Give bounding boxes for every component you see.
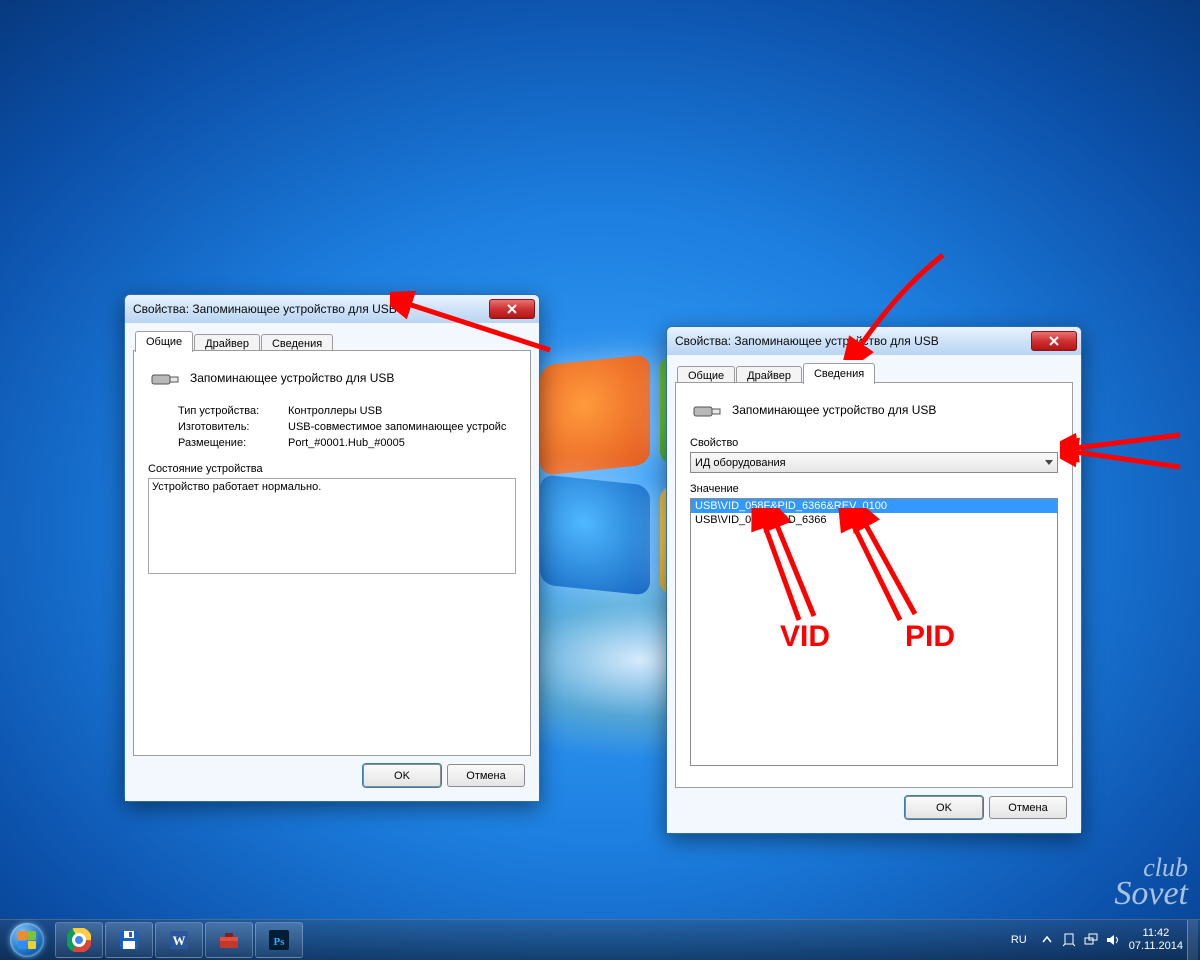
- device-name: Запоминающее устройство для USB: [190, 371, 394, 385]
- taskbar-clock[interactable]: 11:42 07.11.2014: [1129, 927, 1183, 952]
- cancel-button[interactable]: Отмена: [447, 764, 525, 787]
- language-indicator[interactable]: RU: [1005, 931, 1033, 949]
- clock-date: 07.11.2014: [1129, 940, 1183, 953]
- device-type-label: Тип устройства:: [178, 405, 288, 417]
- svg-text:W: W: [173, 933, 186, 948]
- cancel-button[interactable]: Отмена: [989, 796, 1067, 819]
- property-label: Свойство: [690, 437, 1058, 449]
- tray-volume-icon[interactable]: [1105, 932, 1121, 948]
- taskbar-button-save[interactable]: [105, 922, 153, 958]
- taskbar-button-photoshop[interactable]: Ps: [255, 922, 303, 958]
- dialog-body: Общие Драйвер Сведения Запоминающее устр…: [667, 355, 1081, 833]
- manufacturer-value: USB-совместимое запоминающее устройс: [288, 421, 516, 433]
- start-button[interactable]: [0, 920, 54, 960]
- tray-show-hidden-icon[interactable]: [1039, 932, 1055, 948]
- desktop: Свойства: Запоминающее устройство для US…: [0, 0, 1200, 960]
- manufacturer-label: Изготовитель:: [178, 421, 288, 433]
- system-tray: RU 11:42 07.11.2014: [1005, 920, 1200, 960]
- taskbar[interactable]: W Ps RU 11:42 07.11.2014: [0, 919, 1200, 960]
- device-type-value: Контроллеры USB: [288, 405, 516, 417]
- dialog-body: Общие Драйвер Сведения Запоминающее устр…: [125, 323, 539, 801]
- device-status-text[interactable]: [148, 478, 516, 574]
- tray-action-center-icon[interactable]: [1061, 932, 1077, 948]
- value-label: Значение: [690, 483, 1058, 495]
- tab-general[interactable]: Общие: [135, 331, 193, 352]
- tab-details[interactable]: Сведения: [803, 363, 875, 384]
- list-item[interactable]: USB\VID_058F&PID_6366: [691, 513, 1057, 527]
- windows-logo-icon: [10, 923, 44, 957]
- usb-device-icon: [148, 365, 182, 391]
- clock-time: 11:42: [1129, 927, 1183, 940]
- floppy-disk-icon: [117, 928, 141, 952]
- usb-device-icon: [690, 397, 724, 423]
- word-icon: W: [167, 928, 191, 952]
- dialog-button-row: OK Отмена: [133, 756, 531, 793]
- tray-icons: [1039, 932, 1121, 948]
- location-value: Port_#0001.Hub_#0005: [288, 437, 516, 449]
- tab-strip: Общие Драйвер Сведения: [133, 329, 531, 351]
- svg-text:Ps: Ps: [274, 936, 286, 948]
- titlebar[interactable]: Свойства: Запоминающее устройство для US…: [667, 327, 1081, 355]
- device-name: Запоминающее устройство для USB: [732, 403, 936, 417]
- wallpaper-logo-leaf: [540, 354, 650, 476]
- wallpaper-logo-leaf: [540, 474, 650, 596]
- tab-strip: Общие Драйвер Сведения: [675, 361, 1073, 383]
- window-title: Свойства: Запоминающее устройство для US…: [675, 334, 1031, 348]
- taskbar-button-word[interactable]: W: [155, 922, 203, 958]
- tab-pane: Запоминающее устройство для USB Свойство…: [675, 382, 1073, 788]
- value-listbox[interactable]: USB\VID_058F&PID_6366&REV_0100 USB\VID_0…: [690, 498, 1058, 766]
- close-icon: [507, 304, 517, 314]
- show-desktop-button[interactable]: [1187, 920, 1198, 960]
- list-item[interactable]: USB\VID_058F&PID_6366&REV_0100: [691, 499, 1057, 513]
- taskbar-button-toolbox[interactable]: [205, 922, 253, 958]
- chrome-icon: [67, 928, 91, 952]
- window-title: Свойства: Запоминающее устройство для US…: [133, 302, 489, 316]
- tray-network-icon[interactable]: [1083, 932, 1099, 948]
- property-dropdown-value: ИД оборудования: [695, 457, 786, 469]
- tab-pane: Запоминающее устройство для USB Тип устр…: [133, 350, 531, 756]
- close-button[interactable]: [1031, 331, 1077, 351]
- titlebar[interactable]: Свойства: Запоминающее устройство для US…: [125, 295, 539, 323]
- ok-button[interactable]: OK: [905, 796, 983, 819]
- ok-button[interactable]: OK: [363, 764, 441, 787]
- taskbar-button-chrome[interactable]: [55, 922, 103, 958]
- close-button[interactable]: [489, 299, 535, 319]
- toolbox-icon: [217, 928, 241, 952]
- device-info-grid: Тип устройства: Контроллеры USB Изготови…: [178, 405, 516, 449]
- watermark-line: club: [1143, 853, 1188, 882]
- property-dropdown[interactable]: ИД оборудования: [690, 452, 1058, 473]
- properties-dialog-general[interactable]: Свойства: Запоминающее устройство для US…: [124, 294, 540, 802]
- close-icon: [1049, 336, 1059, 346]
- location-label: Размещение:: [178, 437, 288, 449]
- dialog-button-row: OK Отмена: [675, 788, 1073, 825]
- watermark: club Sovet: [1114, 856, 1188, 910]
- photoshop-icon: Ps: [267, 928, 291, 952]
- properties-dialog-details[interactable]: Свойства: Запоминающее устройство для US…: [666, 326, 1082, 834]
- watermark-line: Sovet: [1114, 875, 1188, 912]
- device-status-label: Состояние устройства: [148, 463, 516, 475]
